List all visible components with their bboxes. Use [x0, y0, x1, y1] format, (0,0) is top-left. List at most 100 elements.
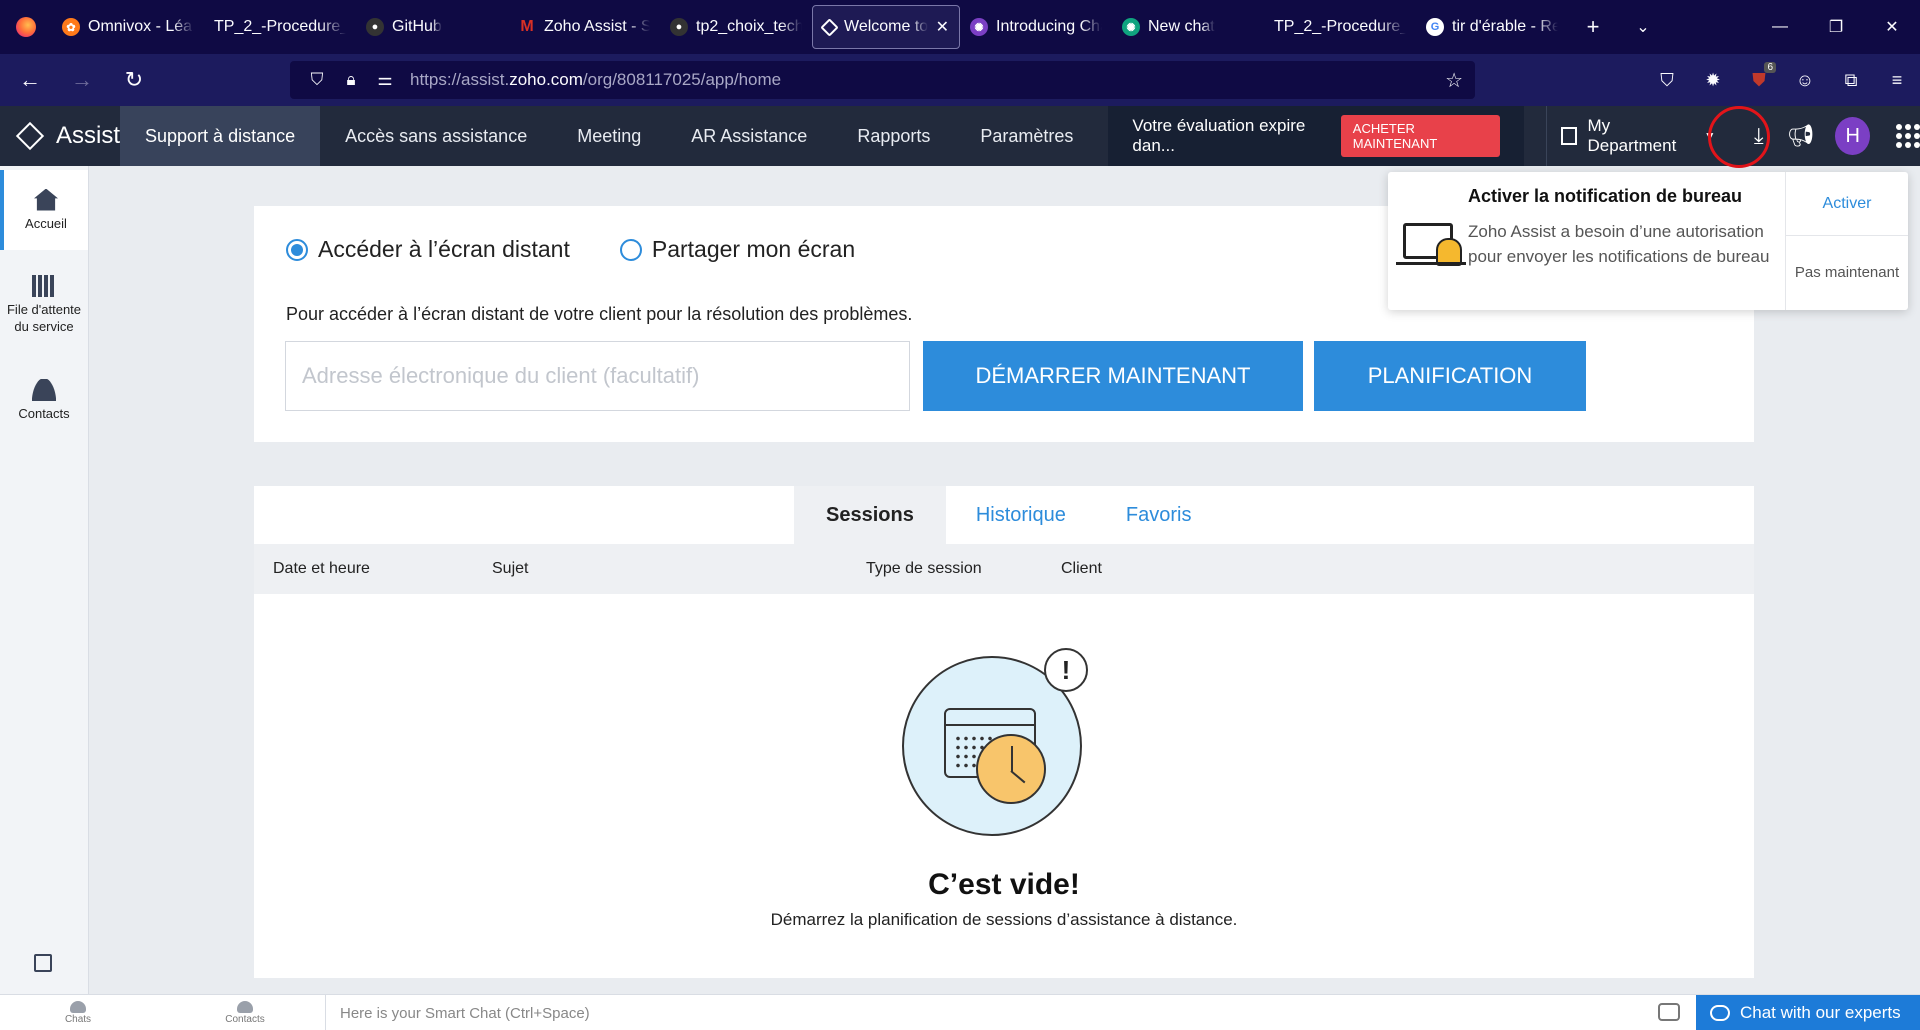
browser-tab[interactable]: ● GitHub — [356, 7, 508, 47]
reload-icon[interactable]: ↻ — [112, 58, 156, 102]
tab-label: Zoho Assist - S — [544, 18, 650, 35]
new-tab-button[interactable]: + — [1568, 0, 1618, 54]
close-tab-icon[interactable]: ✕ — [932, 17, 949, 37]
highlight-circle — [1708, 106, 1770, 168]
chat-window-icon[interactable] — [1658, 1003, 1680, 1021]
chat-with-experts-label: Chat with our experts — [1740, 1003, 1901, 1022]
menu-meeting[interactable]: Meeting — [552, 106, 666, 166]
url-text[interactable]: https://assist.zoho.com/org/808117025/ap… — [410, 70, 781, 90]
browser-tab[interactable]: ✺ Introducing Cha — [960, 7, 1112, 47]
smart-chat-input[interactable]: Here is your Smart Chat (Ctrl+Space) — [325, 995, 1655, 1030]
empty-state-subtitle: Démarrez la planification de sessions d’… — [770, 910, 1238, 929]
column-session-type[interactable]: Type de session — [866, 560, 982, 578]
omnivox-icon: ✿ — [62, 18, 80, 36]
browser-tab[interactable]: G tir d'érable - Re — [1416, 7, 1568, 47]
menu-ar-assistance[interactable]: AR Assistance — [666, 106, 832, 166]
tab-label: Omnivox - Léa, — [88, 18, 194, 35]
sessions-tabs: Sessions Historique Favoris — [794, 486, 1221, 544]
schedule-button[interactable]: PLANIFICATION — [1314, 341, 1586, 411]
browser-tab[interactable]: TP_2_-Procedure_d — [1264, 7, 1416, 47]
menu-remote-support[interactable]: Support à distance — [120, 106, 321, 166]
column-date-time[interactable]: Date et heure — [273, 560, 370, 578]
bottom-contacts[interactable]: Contacts — [215, 1001, 275, 1025]
contacts-small-icon — [237, 1001, 253, 1013]
tab-history[interactable]: Historique — [946, 486, 1096, 544]
shield-icon[interactable]: ⛉ — [300, 70, 334, 90]
browser-tab[interactable]: M Zoho Assist - S — [508, 7, 660, 47]
browser-toolbar-icons: ⛉ ✹ ⛊ 6 ☺ ⧉ ≡ — [1644, 54, 1920, 106]
building-icon — [1561, 127, 1578, 145]
browser-tab[interactable]: TP_2_-Procedure_d — [204, 7, 356, 47]
buy-now-button[interactable]: ACHETER MAINTENANT — [1340, 115, 1501, 157]
forward-arrow-icon[interactable]: → — [60, 58, 104, 102]
department-name: My Department — [1587, 116, 1677, 155]
extension-face-icon[interactable]: ☺ — [1782, 70, 1828, 91]
radio-access-remote[interactable] — [286, 238, 308, 261]
announcement-megaphone-icon[interactable]: 📢︎ — [1780, 106, 1822, 166]
hamburger-menu-icon[interactable]: ≡ — [1874, 70, 1920, 91]
chat-bubble-icon — [1710, 1005, 1730, 1021]
sidebar-item-contacts[interactable]: Contacts — [0, 360, 88, 440]
lock-icon[interactable]: 🔒︎ — [334, 70, 368, 90]
home-icon — [34, 188, 58, 211]
not-now-button[interactable]: Pas maintenant — [1786, 236, 1908, 310]
start-now-button[interactable]: DÉMARRER MAINTENANT — [923, 341, 1303, 411]
desktop-notification-popup: Activer la notification de bureau Zoho A… — [1388, 172, 1908, 310]
activate-button[interactable]: Activer — [1786, 172, 1908, 236]
empty-calendar-illustration: ! — [902, 648, 1088, 836]
minimize-icon[interactable]: — — [1752, 0, 1808, 54]
sidebar-item-service-queue[interactable]: File d'attente du service — [0, 250, 88, 360]
browser-tab[interactable]: ✿ Omnivox - Léa, — [52, 7, 204, 47]
bottom-chats[interactable]: Chats — [48, 1001, 108, 1025]
sidebar-item-label: Contacts — [18, 405, 70, 421]
bottom-bar: Chats Contacts Here is your Smart Chat (… — [0, 994, 1920, 1030]
chat-with-experts-button[interactable]: Chat with our experts — [1696, 995, 1920, 1030]
restore-icon[interactable]: ❐ — [1808, 0, 1864, 54]
menu-reports[interactable]: Rapports — [832, 106, 955, 166]
close-window-icon[interactable]: ✕ — [1864, 0, 1920, 54]
popup-content: Activer la notification de bureau Zoho A… — [1468, 172, 1786, 310]
department-selector[interactable]: My Department ▼ — [1546, 106, 1730, 166]
client-email-input[interactable] — [285, 341, 910, 411]
queue-icon — [32, 275, 56, 297]
column-subject[interactable]: Sujet — [492, 560, 528, 578]
pocket-icon[interactable]: ⛉ — [1644, 70, 1690, 91]
tab-label: GitHub — [392, 18, 442, 35]
notes-edit-icon[interactable] — [34, 954, 52, 972]
extension-gear-icon[interactable]: ✹ — [1690, 70, 1736, 91]
permissions-icon[interactable]: ⚌ — [368, 70, 402, 90]
avatar[interactable]: H — [1835, 117, 1870, 155]
list-tabs-chevron-icon[interactable]: ⌄ — [1618, 0, 1668, 54]
google-icon: G — [1426, 18, 1444, 36]
browser-tab[interactable]: ✺ New chat — [1112, 7, 1264, 47]
menu-unattended-access[interactable]: Accès sans assistance — [320, 106, 552, 166]
menu-settings[interactable]: Paramètres — [955, 106, 1098, 166]
bookmark-star-icon[interactable]: ☆ — [1445, 68, 1463, 93]
assist-logo-icon — [15, 121, 45, 151]
url-bar[interactable]: ⛉ 🔒︎ ⚌ https://assist.zoho.com/org/80811… — [290, 61, 1475, 99]
radio-share-screen[interactable] — [619, 238, 642, 261]
gmail-icon: M — [520, 18, 534, 35]
browser-tab-active[interactable]: Welcome to ✕ — [812, 5, 960, 49]
ublock-icon[interactable]: ⛊ 6 — [1736, 61, 1782, 91]
assist-logo[interactable]: Assist — [0, 106, 120, 166]
sidebar-item-home[interactable]: Accueil — [0, 170, 88, 250]
browser-tab[interactable]: ● tp2_choix_tech — [660, 7, 812, 47]
column-client[interactable]: Client — [1061, 560, 1102, 578]
firefox-menu-icon[interactable] — [0, 0, 52, 54]
apps-grid-icon[interactable] — [1896, 124, 1920, 148]
zoho-assist-icon — [820, 17, 839, 37]
tab-sessions[interactable]: Sessions — [794, 486, 946, 544]
left-sidebar: Accueil File d'attente du service Contac… — [0, 166, 89, 994]
remote-access-description: Pour accéder à l’écran distant de votre … — [286, 304, 913, 324]
session-mode-radio-group: Accéder à l’écran distant Partager mon é… — [286, 236, 905, 263]
tab-favorites[interactable]: Favoris — [1096, 486, 1222, 544]
radio-share-screen-label[interactable]: Partager mon écran — [652, 236, 855, 263]
tab-label: Welcome to — [844, 18, 929, 35]
chats-icon — [70, 1001, 86, 1013]
radio-access-remote-label[interactable]: Accéder à l’écran distant — [318, 236, 570, 263]
extensions-puzzle-icon[interactable]: ⧉ — [1828, 70, 1874, 91]
tab-label: tp2_choix_tech — [696, 18, 802, 35]
brand-name: Assist — [56, 122, 121, 149]
back-arrow-icon[interactable]: ← — [8, 58, 52, 102]
